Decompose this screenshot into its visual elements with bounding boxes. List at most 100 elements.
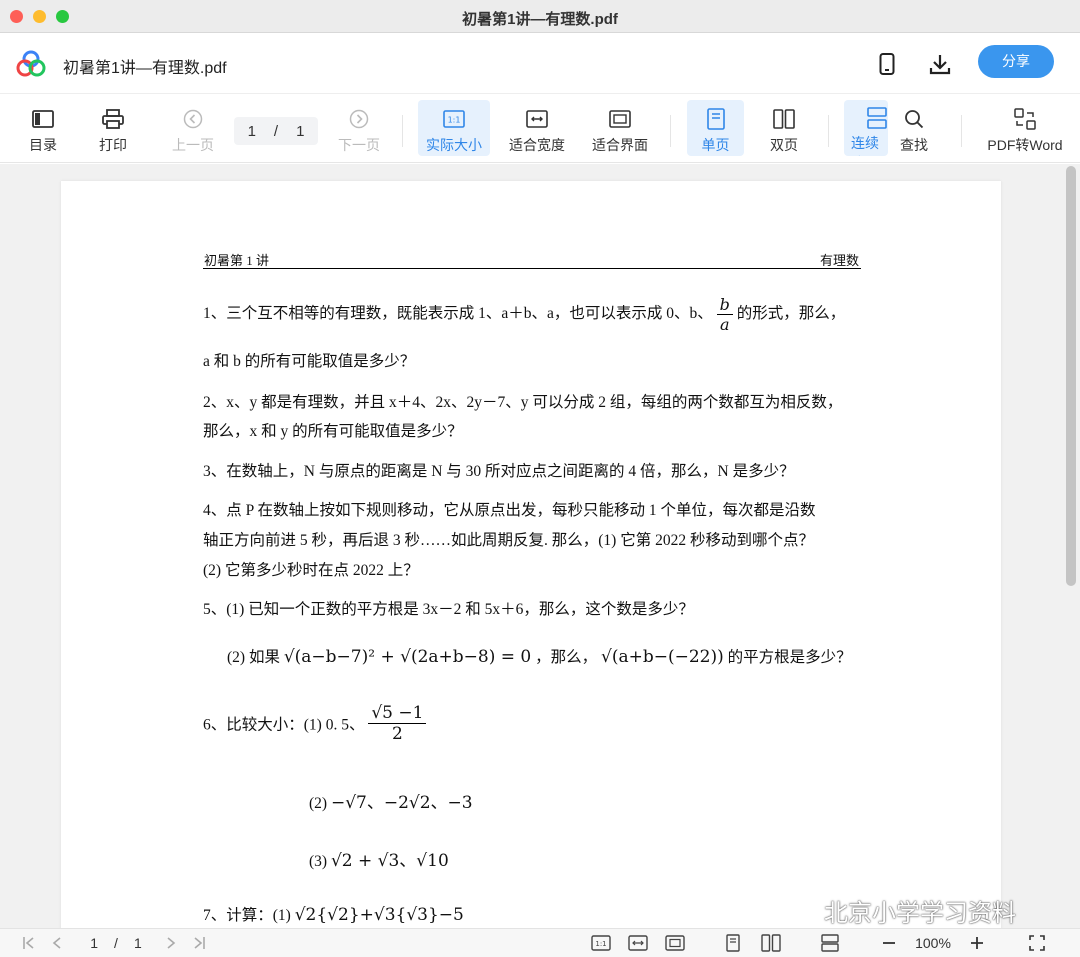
- download-icon[interactable]: [927, 51, 953, 77]
- sidebar-icon: [31, 107, 55, 131]
- fit-screen-label: 适合界面: [592, 137, 648, 153]
- q6-fraction: √5 −1 2: [368, 703, 427, 744]
- page-number-input[interactable]: 1 / 1: [234, 117, 318, 145]
- first-page-icon[interactable]: [20, 933, 38, 953]
- double-page-label: 双页: [770, 137, 798, 153]
- q5-text-post: 的平方根是多少？: [727, 649, 852, 666]
- watermark-text: 北京小学学习资料: [824, 900, 1016, 927]
- prev-page-icon[interactable]: [49, 933, 65, 953]
- question-3: 3、在数轴上，N 与原点的距离是 N 与 30 所对应点之间距离的 4 倍，那么…: [203, 463, 795, 480]
- status-page-separator: /: [114, 935, 118, 951]
- prev-page-label: 上一页: [172, 137, 214, 153]
- toolbar-divider: [828, 115, 829, 147]
- fullscreen-icon[interactable]: [1027, 933, 1047, 953]
- status-fit-screen-icon[interactable]: [664, 933, 686, 953]
- q6-c-label: (3): [309, 853, 328, 870]
- window-title: 初暑第1讲—有理数.pdf: [462, 11, 618, 28]
- question-5-line-2: (2) 如果 √(a−b−7)² + √(2a+b−8) = 0 ，那么， √(…: [227, 645, 852, 667]
- status-current-page: 1: [90, 935, 99, 951]
- q6-b-label: (2): [309, 795, 328, 812]
- question-5-line-1: 5、(1) 已知一个正数的平方根是 3x－2 和 5x＋6，那么，这个数是多少？: [203, 601, 694, 618]
- print-label: 打印: [99, 137, 127, 153]
- page-separator: /: [273, 122, 279, 140]
- status-actual-size-icon[interactable]: 1:1: [590, 933, 612, 953]
- zoom-out-icon[interactable]: [880, 933, 898, 953]
- find-button[interactable]: 查找: [892, 100, 936, 156]
- q6-fraction-denominator: 2: [391, 724, 403, 744]
- toc-label: 目录: [29, 137, 57, 153]
- single-page-label: 单页: [701, 137, 730, 153]
- question-1-line-1: 1、三个互不相等的有理数，既能表示成 1、a＋b、a，也可以表示成 0、b、 b…: [203, 295, 845, 334]
- actual-size-icon: 1:1: [442, 107, 466, 131]
- pdf-to-word-button[interactable]: PDF转Word: [982, 100, 1068, 156]
- q1-fraction: b a: [716, 295, 733, 334]
- single-page-button[interactable]: 单页: [687, 100, 744, 156]
- q1-fraction-numerator: b: [716, 295, 733, 315]
- pdf-page: 初暑第 1 讲 有理数 1、三个互不相等的有理数，既能表示成 1、a＋b、a，也…: [61, 181, 1001, 928]
- q5-text-mid: ，那么，: [535, 649, 598, 666]
- print-button[interactable]: 打印: [90, 100, 136, 156]
- status-continuous-icon[interactable]: [820, 933, 840, 953]
- toolbar-divider: [670, 115, 671, 147]
- question-7-line-1: 7、计算：(1) √2{√2}+√3{√3}−5: [203, 903, 464, 925]
- vertical-scrollbar[interactable]: [1066, 166, 1076, 586]
- next-page-label: 下一页: [338, 137, 380, 153]
- fit-width-icon: [525, 107, 549, 131]
- status-fit-width-icon[interactable]: [627, 933, 649, 953]
- next-page-button[interactable]: 下一页: [334, 100, 384, 156]
- next-page-icon[interactable]: [163, 933, 179, 953]
- search-icon: [902, 107, 926, 131]
- continuous-scroll-button[interactable]: 连续滚: [844, 100, 888, 156]
- status-page-indicator[interactable]: 1 / 1: [82, 933, 150, 953]
- window-titlebar: 初暑第1讲—有理数.pdf: [0, 0, 1080, 33]
- status-single-page-icon[interactable]: [724, 933, 742, 953]
- svg-text:1:1: 1:1: [448, 116, 461, 125]
- page-header-left: 初暑第 1 讲: [204, 253, 270, 268]
- q1-fraction-denominator: a: [719, 315, 730, 334]
- question-6-line-3: (3) √2 + √3、√10: [309, 846, 449, 871]
- q6-c-expression: √2 + √3、√10: [330, 851, 449, 871]
- chevron-right-circle-icon: [347, 107, 371, 131]
- zoom-level[interactable]: 100%: [908, 933, 958, 953]
- chevron-left-circle-icon: [181, 107, 205, 131]
- convert-icon: [1013, 107, 1037, 131]
- double-page-icon: [772, 107, 796, 131]
- page-header: 初暑第 1 讲 有理数: [203, 249, 861, 269]
- toolbar-divider: [402, 115, 403, 147]
- q6-b-expression: −√7、−2√2、−3: [330, 793, 473, 813]
- double-page-button[interactable]: 双页: [757, 100, 811, 156]
- prev-page-button[interactable]: 上一页: [168, 100, 218, 156]
- app-logo-icon: [16, 50, 46, 77]
- fit-width-button[interactable]: 适合宽度: [504, 100, 570, 156]
- toc-button[interactable]: 目录: [20, 100, 66, 156]
- actual-size-button[interactable]: 1:1 实际大小: [418, 100, 490, 156]
- fit-screen-button[interactable]: 适合界面: [587, 100, 653, 156]
- toolbar-divider: [961, 115, 962, 147]
- svg-text:1:1: 1:1: [595, 940, 606, 948]
- status-double-page-icon[interactable]: [760, 933, 782, 953]
- question-2-line-1: 2、x、y 都是有理数，并且 x＋4、2x、2y－7、y 可以分成 2 组，每组…: [203, 394, 843, 411]
- phone-icon[interactable]: [874, 51, 900, 77]
- q7-expression: √2{√2}+√3{√3}−5: [294, 905, 464, 925]
- status-total-pages: 1: [133, 935, 142, 951]
- last-page-icon[interactable]: [190, 933, 208, 953]
- single-page-icon: [704, 107, 728, 131]
- zoom-in-icon[interactable]: [968, 933, 986, 953]
- share-button[interactable]: 分享: [978, 45, 1054, 78]
- watermark: 北京小学学习资料: [788, 893, 1016, 928]
- document-viewer[interactable]: 初暑第 1 讲 有理数 1、三个互不相等的有理数，既能表示成 1、a＋b、a，也…: [0, 164, 1080, 928]
- wechat-icon: [788, 898, 817, 921]
- q7-text-pre: 7、计算：(1): [203, 907, 291, 924]
- fit-width-label: 适合宽度: [509, 137, 565, 153]
- q5-expression: √(a+b−(−22)): [600, 647, 724, 667]
- total-pages: 1: [296, 122, 305, 140]
- q1-text-a: 1、三个互不相等的有理数，既能表示成 1、a＋b、a，也可以表示成 0、b、: [203, 305, 713, 323]
- q1-text-b: 的形式，那么，: [736, 305, 846, 323]
- question-4-line-1: 4、点 P 在数轴上按如下规则移动，它从原点出发，每秒只能移动 1 个单位，每次…: [203, 502, 816, 519]
- question-4-line-2: 轴正方向前进 5 秒，再后退 3 秒……如此周期反复. 那么，(1) 它第 20…: [203, 532, 814, 549]
- question-1-line-2: a 和 b 的所有可能取值是多少？: [203, 353, 416, 370]
- find-label: 查找: [900, 137, 928, 153]
- question-6-line-1: 6、比较大小：(1) 0. 5、 √5 −1 2: [203, 703, 427, 744]
- actual-size-label: 实际大小: [426, 137, 482, 153]
- q6-text-a: 6、比较大小：(1) 0. 5、: [203, 716, 365, 734]
